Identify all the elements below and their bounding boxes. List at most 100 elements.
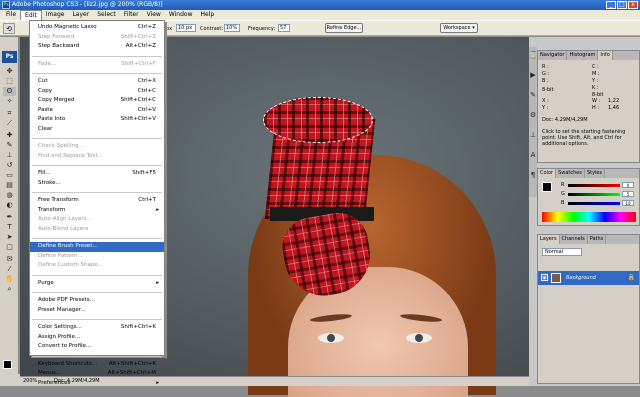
blue-slider[interactable] xyxy=(568,202,620,205)
px-suffix: px xyxy=(166,26,173,32)
tab-channels[interactable]: Channels xyxy=(560,235,588,244)
menu-item-transform[interactable]: Transform ▸ xyxy=(30,206,164,216)
width-field[interactable]: 10 px xyxy=(176,24,196,32)
menu-item-free-transform[interactable]: Free Transform Ctrl+T xyxy=(30,196,164,206)
menu-edit[interactable]: Edit xyxy=(20,10,42,20)
green-value[interactable]: 5 xyxy=(622,191,634,197)
marquee-tool-icon[interactable]: ⬚ xyxy=(3,77,16,86)
menu-item-copy-merged[interactable]: Copy Merged Shift+Ctrl+C xyxy=(30,96,164,106)
menu-item-label: Step Forward xyxy=(38,33,75,40)
tab-layers[interactable]: Layers xyxy=(538,235,560,244)
workspace-button[interactable]: Workspace ▾ xyxy=(440,23,478,33)
menu-window[interactable]: Window xyxy=(165,10,197,20)
menu-item-label: Check Spelling... xyxy=(38,143,84,149)
lasso-tool-icon[interactable]: ʘ xyxy=(3,87,16,96)
menu-item-stroke[interactable]: Stroke... xyxy=(30,179,164,189)
history-panel-icon[interactable]: ⌛ xyxy=(529,51,538,60)
path-selection-tool-icon[interactable]: ➤ xyxy=(3,233,16,242)
tab-histogram[interactable]: Histogram xyxy=(567,51,599,60)
menu-filter[interactable]: Filter xyxy=(120,10,143,20)
gradient-tool-icon[interactable]: ▤ xyxy=(3,181,16,190)
menu-item-label: Color Settings... xyxy=(38,324,82,330)
menu-item-preset-manager[interactable]: Preset Manager... xyxy=(30,306,164,316)
minimize-button[interactable]: _ xyxy=(606,1,616,9)
menu-item-cut[interactable]: Cut Ctrl+X xyxy=(30,77,164,87)
color-panel: Color Swatches Styles R G B 0 5 10 xyxy=(537,168,640,226)
foreground-color-swatch[interactable] xyxy=(3,360,12,369)
menu-item-color-settings[interactable]: Color Settings... Shift+Ctrl+K xyxy=(30,323,164,333)
paragraph-panel-icon[interactable]: ¶ xyxy=(529,171,537,180)
menu-item-purge[interactable]: Purge ▸ xyxy=(30,279,164,289)
tab-info[interactable]: Info xyxy=(598,51,613,60)
brush-tool-icon[interactable]: ✎ xyxy=(3,141,16,150)
tab-styles[interactable]: Styles xyxy=(585,169,606,178)
blur-tool-icon[interactable]: ◍ xyxy=(3,191,16,200)
menu-item-label: Keyboard Shortcuts... xyxy=(38,360,98,367)
menu-item-preferences[interactable]: Preferences ▸ xyxy=(30,379,164,389)
layer-row-background[interactable]: ◉ Background 🔒 xyxy=(538,271,639,285)
green-slider[interactable] xyxy=(568,193,620,196)
menu-item-label: Preferences xyxy=(38,379,71,386)
menu-item-keyboard-shortcuts[interactable]: Keyboard Shortcuts... Alt+Shift+Ctrl+K xyxy=(30,360,164,370)
tab-paths[interactable]: Paths xyxy=(588,235,607,244)
menu-item-menus[interactable]: Menus... Alt+Shift+Ctrl+M xyxy=(30,369,164,379)
menu-item-fill[interactable]: Fill... Shift+F5 xyxy=(30,169,164,179)
tab-navigator[interactable]: Navigator xyxy=(538,51,568,60)
tab-swatches[interactable]: Swatches xyxy=(556,169,585,178)
menu-item-assign-profile[interactable]: Assign Profile... xyxy=(30,333,164,343)
blue-value[interactable]: 10 xyxy=(622,200,634,206)
move-tool-icon[interactable]: ✥ xyxy=(3,67,16,76)
menu-file[interactable]: File xyxy=(2,10,20,20)
menu-item-define-brush-preset[interactable]: Define Brush Preset... xyxy=(30,242,164,252)
hand-tool-icon[interactable]: ✋ xyxy=(3,275,16,284)
menu-view[interactable]: View xyxy=(143,10,165,20)
menu-item-label: Assign Profile... xyxy=(38,333,81,340)
type-tool-icon[interactable]: T xyxy=(3,223,16,232)
color-spectrum[interactable] xyxy=(542,212,636,222)
menu-layer[interactable]: Layer xyxy=(68,10,93,20)
close-button[interactable]: x xyxy=(628,1,638,9)
brushes-panel-icon[interactable]: ✎ xyxy=(529,91,537,100)
frequency-field[interactable]: 57 xyxy=(278,24,290,32)
notes-tool-icon[interactable]: ✉ xyxy=(3,255,16,264)
menu-item-clear[interactable]: Clear xyxy=(30,125,164,135)
menu-item-adobe-pdf-presets[interactable]: Adobe PDF Presets... xyxy=(30,296,164,306)
pen-tool-icon[interactable]: ✒ xyxy=(3,213,16,222)
character-panel-icon[interactable]: A xyxy=(529,151,537,160)
tool-presets-panel-icon[interactable]: ⚙ xyxy=(529,111,537,120)
menu-item-copy[interactable]: Copy Ctrl+C xyxy=(30,87,164,97)
history-brush-tool-icon[interactable]: ↺ xyxy=(3,161,16,170)
clone-stamp-tool-icon[interactable]: ⊥ xyxy=(3,151,16,160)
menu-select[interactable]: Select xyxy=(93,10,120,20)
zoom-tool-icon[interactable]: ⌕ xyxy=(3,285,16,294)
menu-item-paste[interactable]: Paste Ctrl+V xyxy=(30,106,164,116)
actions-panel-icon[interactable]: ▶ xyxy=(529,71,537,80)
color-foreground-swatch[interactable] xyxy=(542,182,552,192)
menu-item-label: Auto-Blend Layers xyxy=(38,225,89,232)
maximize-button[interactable]: □ xyxy=(617,1,627,9)
red-slider[interactable] xyxy=(568,184,620,187)
clone-source-panel-icon[interactable]: ⊥ xyxy=(529,131,537,140)
menu-item-step-backward[interactable]: Step Backward Alt+Ctrl+Z xyxy=(30,42,164,52)
magic-wand-tool-icon[interactable]: ✧ xyxy=(3,97,16,106)
menu-item-paste-into[interactable]: Paste Into Shift+Ctrl+V xyxy=(30,115,164,125)
slice-tool-icon[interactable]: ⟋ xyxy=(3,119,16,128)
menu-help[interactable]: Help xyxy=(197,10,219,20)
refine-edge-button[interactable]: Refine Edge... xyxy=(325,23,363,33)
red-value[interactable]: 0 xyxy=(622,182,634,188)
tab-color[interactable]: Color xyxy=(538,169,557,178)
crop-tool-icon[interactable]: ⌗ xyxy=(3,109,16,118)
healing-brush-tool-icon[interactable]: ✚ xyxy=(3,131,16,140)
eraser-tool-icon[interactable]: ▭ xyxy=(3,171,16,180)
blend-mode-select[interactable]: Normal xyxy=(542,248,582,256)
contrast-field[interactable]: 10% xyxy=(224,24,240,32)
menu-item-convert-to-profile[interactable]: Convert to Profile... xyxy=(30,342,164,352)
dodge-tool-icon[interactable]: ◐ xyxy=(3,201,16,210)
menu-item-undo-magnetic-lasso[interactable]: Undo Magnetic Lasso Ctrl+Z xyxy=(30,23,164,33)
info-m: M : xyxy=(592,71,600,77)
eye-visibility-icon[interactable]: ◉ xyxy=(541,274,548,281)
menu-image[interactable]: Image xyxy=(42,10,69,20)
eyedropper-tool-icon[interactable]: ⁄ xyxy=(3,265,16,274)
shape-tool-icon[interactable]: ▢ xyxy=(3,243,16,252)
magnetic-lasso-tool-icon[interactable]: ⟲ xyxy=(3,23,15,34)
